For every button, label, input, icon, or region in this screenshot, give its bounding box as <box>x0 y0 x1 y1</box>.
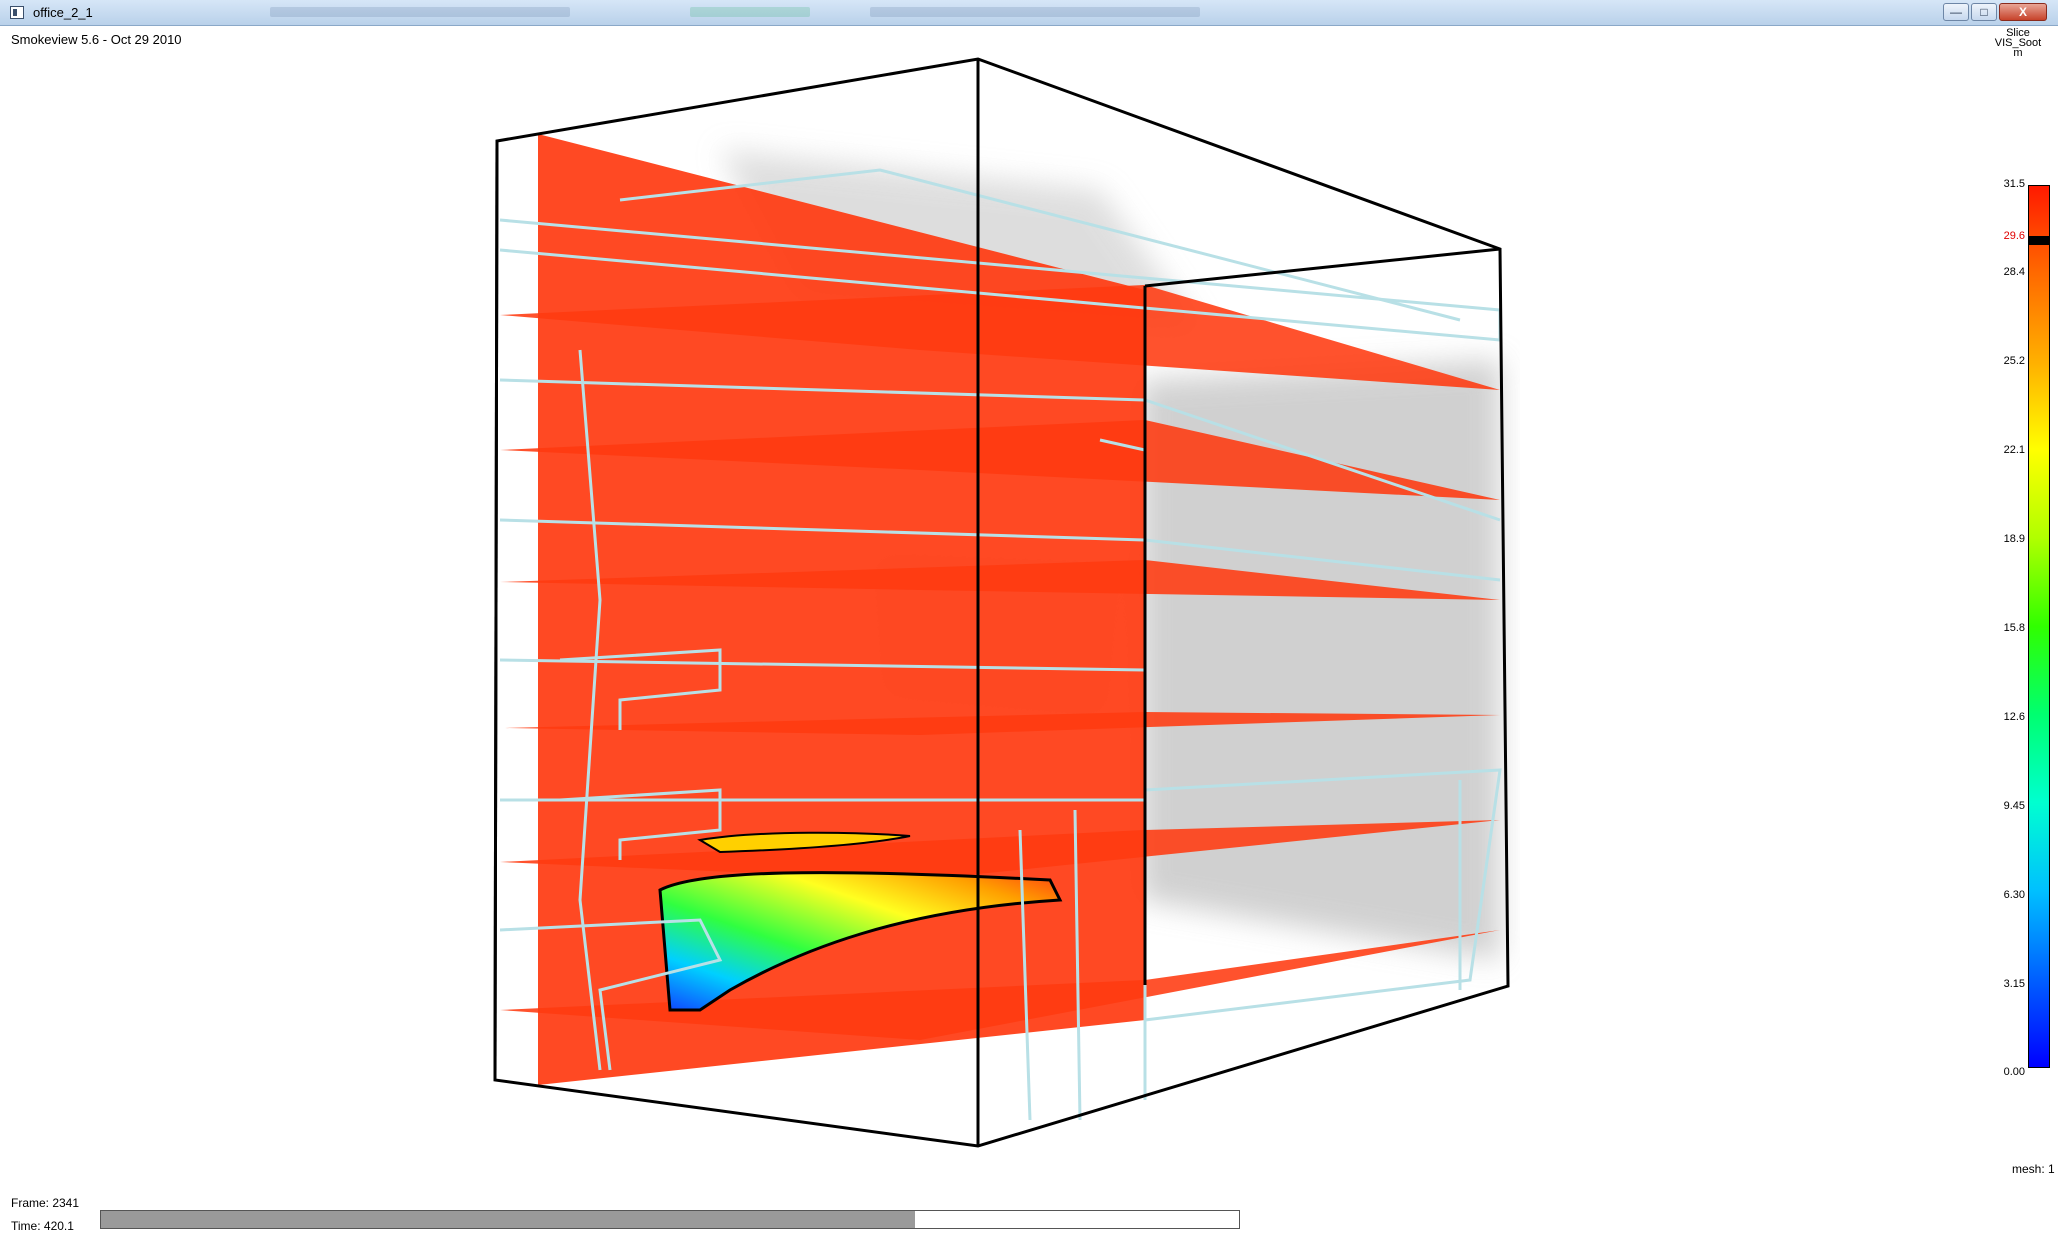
colorbar-title: Slice VIS_Soot m <box>1990 28 2046 59</box>
time-label: Time: 420.1 <box>11 1219 74 1233</box>
window-title: office_2_1 <box>33 5 93 20</box>
time-slider-fill <box>101 1211 915 1228</box>
background-titlebar-text <box>270 7 570 17</box>
minimize-button[interactable]: — <box>1943 3 1969 21</box>
close-button[interactable]: X <box>1999 3 2047 21</box>
colorbar-tick: 6.30 <box>2003 889 2025 901</box>
background-titlebar-text <box>870 7 1200 17</box>
colorbar <box>2028 185 2050 1068</box>
maximize-button[interactable]: □ <box>1971 3 1997 21</box>
time-slider[interactable] <box>100 1210 1240 1229</box>
colorbar-tick: 3.15 <box>2003 978 2025 990</box>
colorbar-tick: 9.45 <box>2003 800 2025 812</box>
colorbar-tick: 0.00 <box>2003 1066 2025 1078</box>
background-titlebar-text <box>690 7 810 17</box>
3d-viewport[interactable] <box>0 26 1520 1186</box>
colorbar-tick: 15.8 <box>2003 622 2025 634</box>
colorbar-tick: 31.5 <box>2003 178 2025 190</box>
colorbar-tick: 22.1 <box>2003 444 2025 456</box>
window-titlebar: office_2_1 — □ X <box>0 0 2058 26</box>
vertical-slice-plane <box>538 134 1145 1085</box>
colorbar-tick-current: 29.6 <box>2003 230 2025 242</box>
colorbar-title-line: m <box>2013 47 2023 59</box>
frame-label: Frame: 2341 <box>11 1196 80 1210</box>
colorbar-tick: 28.4 <box>2003 266 2025 278</box>
app-icon[interactable] <box>10 6 24 19</box>
colorbar-tick: 18.9 <box>2003 533 2025 545</box>
colorbar-tick: 25.2 <box>2003 355 2025 367</box>
colorbar-current-marker <box>2029 236 2049 245</box>
colorbar-tick: 12.6 <box>2003 711 2025 723</box>
mesh-label: mesh: 1 <box>2012 1162 2055 1176</box>
